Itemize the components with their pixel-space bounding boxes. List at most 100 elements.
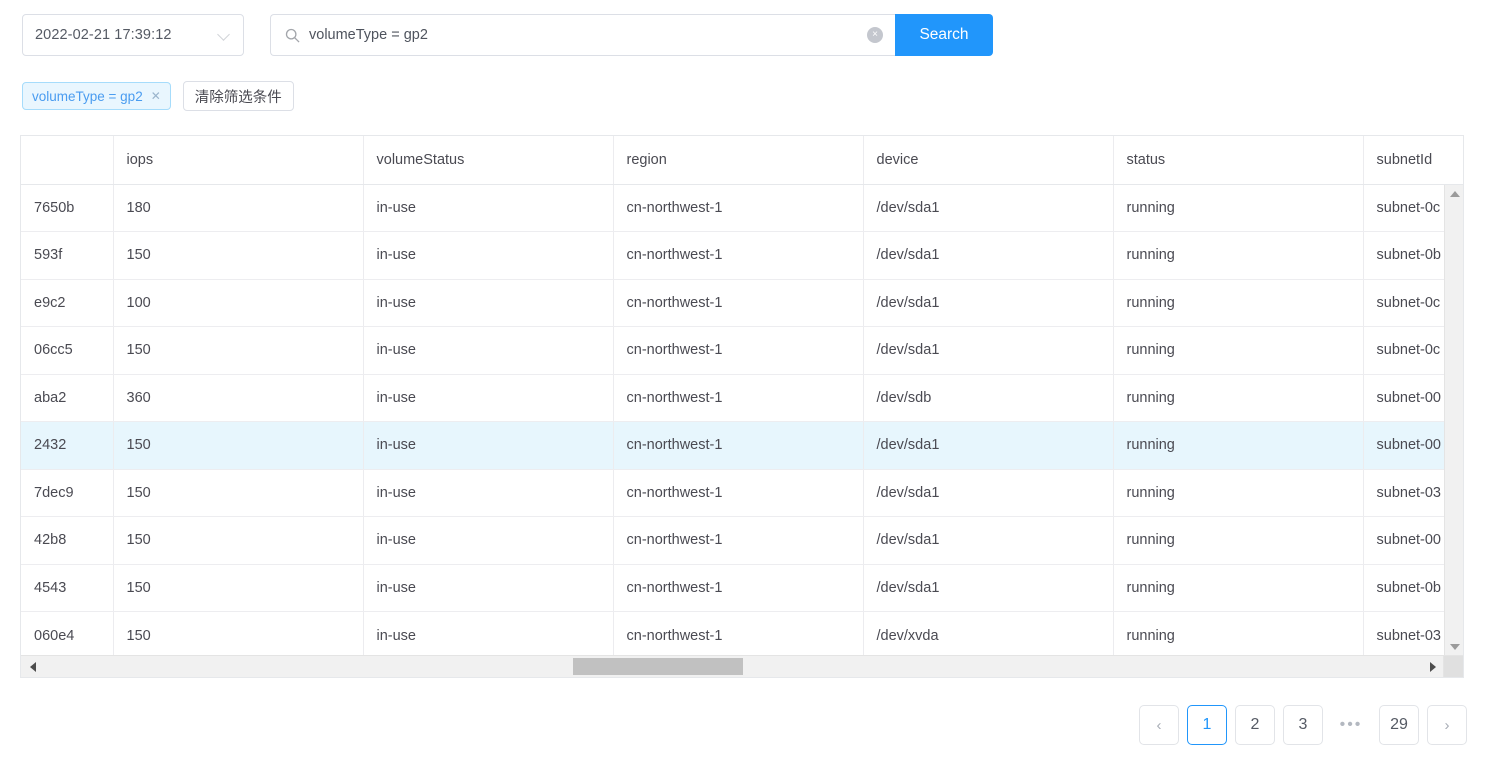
- clear-icon[interactable]: ×: [867, 27, 883, 43]
- column-header-device[interactable]: device: [863, 136, 1114, 185]
- cell-status: running: [1113, 469, 1364, 517]
- pagination-page-1[interactable]: 1: [1187, 705, 1227, 745]
- horizontal-scrollbar-thumb[interactable]: [573, 658, 743, 675]
- search-input[interactable]: [309, 27, 867, 43]
- cell-iops: 360: [113, 374, 364, 422]
- cell-id: e9c2: [21, 279, 114, 327]
- table-row[interactable]: 060e4 150 in-use cn-northwest-1/dev/xvda run…: [21, 611, 1463, 659]
- cell-region: cn-northwest-1: [613, 469, 864, 517]
- column-header-subnetid[interactable]: subnetId: [1363, 136, 1463, 185]
- vertical-scrollbar[interactable]: [1444, 185, 1463, 656]
- chevron-down-icon: [218, 29, 231, 42]
- cell-region: cn-northwest-1: [613, 374, 864, 422]
- cell-id: 4543: [21, 564, 114, 612]
- cell-iops: 150: [113, 326, 364, 375]
- triangle-down-icon[interactable]: [1445, 638, 1463, 656]
- table-row[interactable]: 42b8 150 in-use cn-northwest-1/dev/sda1 runn…: [21, 516, 1463, 565]
- cell-device: /dev/sda1: [863, 279, 1114, 327]
- cell-volumestatus: in-use: [363, 516, 614, 565]
- column-header-id[interactable]: [21, 136, 114, 185]
- column-header-region[interactable]: region: [613, 136, 864, 185]
- cell-volumestatus: in-use: [363, 564, 614, 612]
- search-icon: [285, 28, 300, 43]
- cell-id: 060e4: [21, 611, 114, 659]
- cell-iops: 150: [113, 421, 364, 470]
- cell-status: running: [1113, 516, 1364, 565]
- cell-volumestatus: in-use: [363, 279, 614, 327]
- cell-volumestatus: in-use: [363, 469, 614, 517]
- search-group: × Search: [270, 14, 993, 56]
- table-row[interactable]: aba2 360 in-use cn-northwest-1/dev/sdb runni…: [21, 374, 1463, 422]
- cell-device: /dev/sda1: [863, 516, 1114, 565]
- column-header-status[interactable]: status: [1113, 136, 1364, 185]
- cell-region: cn-northwest-1: [613, 564, 864, 612]
- cell-region: cn-northwest-1: [613, 184, 864, 232]
- table-row[interactable]: 4543 150 in-use cn-northwest-1/dev/sda1 runn…: [21, 564, 1463, 612]
- search-box[interactable]: ×: [270, 14, 895, 56]
- pagination: ‹ 1 2 3 ••• 29 ›: [1139, 705, 1467, 745]
- clear-filters-button[interactable]: 清除筛选条件: [182, 81, 294, 111]
- triangle-right-icon[interactable]: [1423, 656, 1443, 677]
- cell-region: cn-northwest-1: [613, 279, 864, 327]
- table-header-row: iops volumeStatus region device status subnet…: [21, 136, 1463, 185]
- cell-iops: 100: [113, 279, 364, 327]
- triangle-up-icon[interactable]: [1445, 185, 1463, 203]
- cell-id: 7dec9: [21, 469, 114, 517]
- table-row[interactable]: 7dec9 150 in-use cn-northwest-1/dev/sda1 run…: [21, 469, 1463, 517]
- cell-device: /dev/xvda: [863, 611, 1114, 659]
- cell-status: running: [1113, 564, 1364, 612]
- pagination-last-page[interactable]: 29: [1379, 705, 1419, 745]
- filter-tag-label: volumeType = gp2: [32, 88, 143, 104]
- close-icon[interactable]: ✕: [151, 89, 161, 103]
- column-header-iops[interactable]: iops: [113, 136, 364, 185]
- horizontal-scrollbar[interactable]: [21, 655, 1445, 677]
- cell-status: running: [1113, 374, 1364, 422]
- cell-device: /dev/sda1: [863, 469, 1114, 517]
- pagination-prev-button[interactable]: ‹: [1139, 705, 1179, 745]
- cell-id: 7650b: [21, 184, 114, 232]
- search-toolbar: 2022-02-21 17:39:12 × Search: [22, 14, 993, 56]
- table-body: 7650b 180 in-use cn-northwest-1/dev/sda1 run…: [21, 184, 1463, 659]
- cell-status: running: [1113, 279, 1364, 327]
- pagination-page-2[interactable]: 2: [1235, 705, 1275, 745]
- cell-device: /dev/sda1: [863, 564, 1114, 612]
- table-row[interactable]: 7650b 180 in-use cn-northwest-1/dev/sda1 run…: [21, 184, 1463, 232]
- cell-id: 2432: [21, 421, 114, 470]
- cell-volumestatus: in-use: [363, 326, 614, 375]
- pagination-ellipsis[interactable]: •••: [1331, 705, 1371, 745]
- pagination-next-button[interactable]: ›: [1427, 705, 1467, 745]
- cell-region: cn-northwest-1: [613, 231, 864, 280]
- results-table-container: iops volumeStatus region device status subnet…: [20, 135, 1464, 678]
- filter-tag-volumetype[interactable]: volumeType = gp2 ✕: [22, 82, 171, 110]
- cell-status: running: [1113, 326, 1364, 375]
- date-picker-value: 2022-02-21 17:39:12: [35, 27, 172, 43]
- results-table: iops volumeStatus region device status subnet…: [21, 136, 1463, 659]
- cell-iops: 150: [113, 564, 364, 612]
- cell-volumestatus: in-use: [363, 374, 614, 422]
- cell-region: cn-northwest-1: [613, 421, 864, 470]
- table-row[interactable]: 2432 150 in-use cn-northwest-1/dev/sda1 runn…: [21, 421, 1463, 470]
- cell-device: /dev/sda1: [863, 231, 1114, 280]
- table-row[interactable]: e9c2 100 in-use cn-northwest-1/dev/sda1 runn…: [21, 279, 1463, 327]
- table-row[interactable]: 06cc5 150 in-use cn-northwest-1/dev/sda1 run…: [21, 326, 1463, 375]
- table-row[interactable]: 593f 150 in-use cn-northwest-1/dev/sda1 runn…: [21, 231, 1463, 280]
- cell-volumestatus: in-use: [363, 231, 614, 280]
- cell-volumestatus: in-use: [363, 611, 614, 659]
- cell-device: /dev/sdb: [863, 374, 1114, 422]
- date-range-picker[interactable]: 2022-02-21 17:39:12: [22, 14, 244, 56]
- cell-iops: 150: [113, 516, 364, 565]
- cell-device: /dev/sda1: [863, 184, 1114, 232]
- cell-region: cn-northwest-1: [613, 326, 864, 375]
- pagination-page-3[interactable]: 3: [1283, 705, 1323, 745]
- table-header: iops volumeStatus region device status subnet…: [21, 136, 1463, 185]
- cell-iops: 150: [113, 611, 364, 659]
- cell-status: running: [1113, 421, 1364, 470]
- cell-status: running: [1113, 184, 1364, 232]
- column-header-volumestatus[interactable]: volumeStatus: [363, 136, 614, 185]
- search-button[interactable]: Search: [895, 14, 993, 56]
- cell-region: cn-northwest-1: [613, 516, 864, 565]
- triangle-left-icon[interactable]: [23, 656, 43, 677]
- cell-device: /dev/sda1: [863, 421, 1114, 470]
- cell-volumestatus: in-use: [363, 184, 614, 232]
- cell-id: 42b8: [21, 516, 114, 565]
